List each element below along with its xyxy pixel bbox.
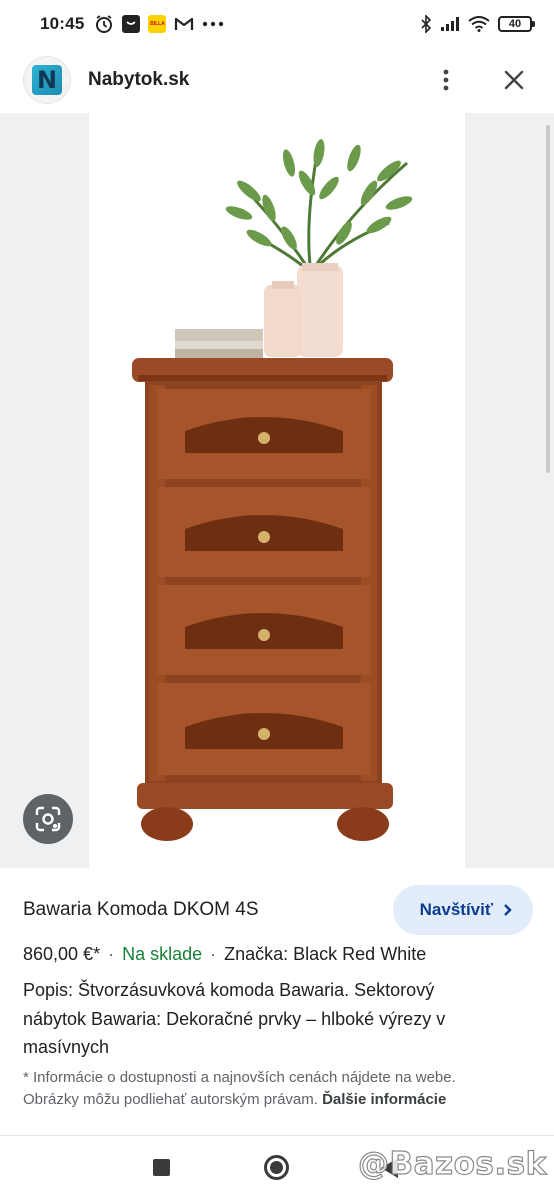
- notification-icons: BILLA: [94, 14, 224, 34]
- stock-status: Na sklade: [122, 944, 203, 964]
- site-logo: N: [24, 57, 70, 103]
- signal-icon: [440, 16, 460, 32]
- custom-tab-header: N Nabytok.sk: [0, 48, 554, 112]
- google-lens-button[interactable]: [23, 794, 73, 844]
- logo-letter: N: [32, 65, 62, 95]
- disclaimer-note: * Informácie o dostupnosti a najnovších …: [23, 1067, 483, 1111]
- image-viewer[interactable]: [0, 113, 554, 868]
- bluetooth-icon: [420, 15, 432, 33]
- status-time: 10:45: [40, 14, 85, 33]
- scrollbar-thumb[interactable]: [546, 125, 550, 473]
- product-brand: Značka: Black Red White: [224, 944, 427, 964]
- product-description: Popis: Štvorzásuvková komoda Bawaria. Se…: [23, 980, 446, 1057]
- vertical-dots-icon: [443, 69, 449, 91]
- more-info-link[interactable]: Ďalšie informácie: [322, 1091, 446, 1108]
- system-icons: 40: [420, 15, 535, 33]
- visit-button[interactable]: Navštíviť: [392, 885, 533, 935]
- chevron-right-icon: [504, 904, 512, 916]
- wifi-icon: [468, 16, 490, 32]
- system-nav-bar: @Bazos.sk: [0, 1135, 554, 1200]
- recents-button[interactable]: [153, 1159, 170, 1176]
- close-icon: [504, 70, 524, 90]
- lens-icon: [35, 806, 61, 832]
- home-icon: [270, 1161, 283, 1174]
- gmail-icon: [174, 16, 194, 32]
- site-name: Nabytok.sk: [88, 69, 190, 90]
- product-price: 860,00 €*: [23, 944, 101, 964]
- watermark: @Bazos.sk: [357, 1145, 547, 1182]
- more-dots-icon: [202, 21, 224, 27]
- more-options-button[interactable]: [430, 64, 462, 96]
- billa-icon: BILLA: [148, 15, 167, 33]
- home-button[interactable]: [264, 1155, 289, 1180]
- dresser-illustration: [132, 139, 413, 841]
- alarm-icon: [94, 14, 114, 34]
- close-button[interactable]: [498, 64, 530, 96]
- product-title: Bawaria Komoda DKOM 4S: [23, 899, 259, 920]
- product-image[interactable]: [89, 113, 465, 868]
- status-bar: 10:45 BILLA 40: [0, 0, 554, 48]
- product-meta: 860,00 €* · Na sklade · Značka: Black Red Wh…: [23, 944, 427, 964]
- battery-icon: 40: [498, 16, 535, 32]
- visit-label: Navštíviť: [419, 900, 493, 919]
- shop-icon: [122, 15, 141, 33]
